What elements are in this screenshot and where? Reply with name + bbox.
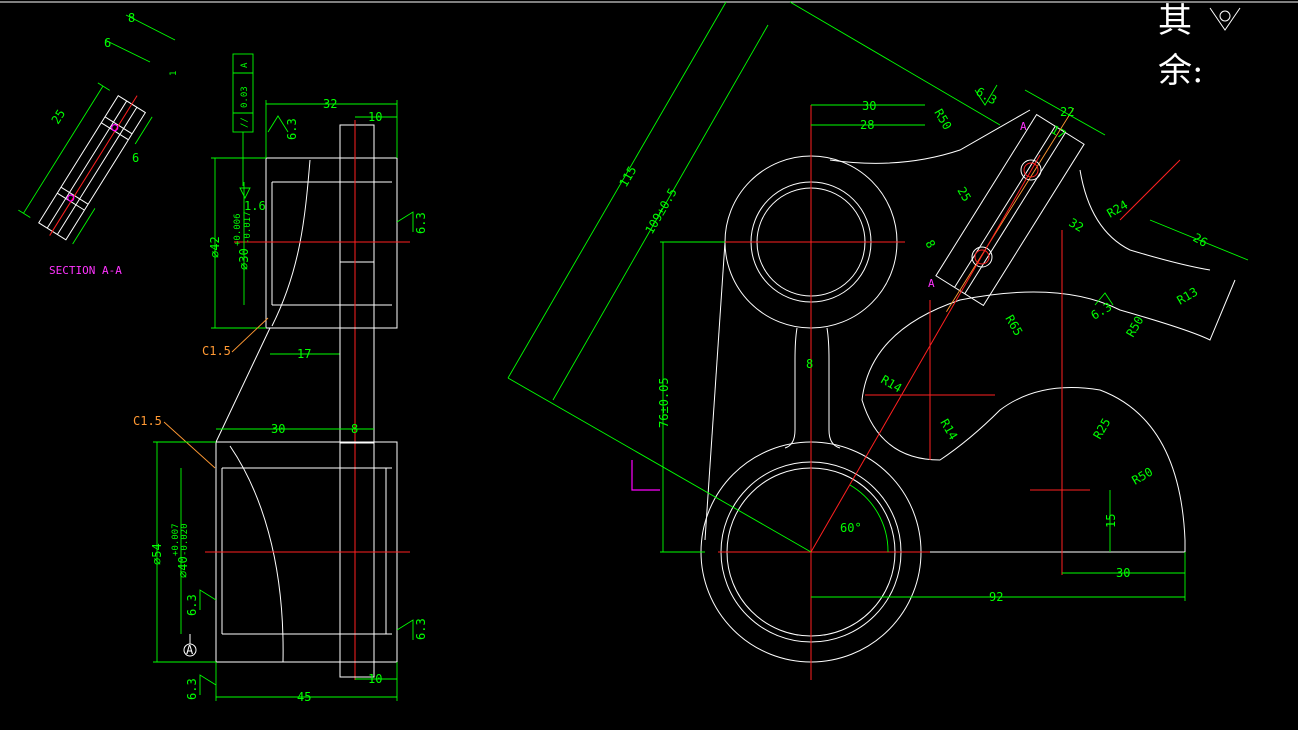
left-elevation-views: A 0.03 // 32 10 6.3 1.6 ⌀42 ⌀30 +0.006 -… xyxy=(133,53,428,704)
upper-chamfer: C1.5 xyxy=(202,344,231,358)
angle-arc xyxy=(849,484,889,553)
main-view: A A 115 109±0.5 30 28 R50 6.3 22 17 25 3… xyxy=(507,1,1249,680)
cad-drawing-canvas: 8 6 25 6 1 SECTION A-A A 0.03 // 32 10 6… xyxy=(0,1,1298,704)
upper-roughness-1-6: 1.6 xyxy=(244,199,266,213)
main-r14-b: R14 xyxy=(937,417,960,443)
lower-dim-45: 45 xyxy=(297,690,311,704)
upper-roughness-b: 6.3 xyxy=(414,212,428,234)
section-a-a-view: 8 6 25 6 1 SECTION A-A xyxy=(18,11,179,277)
main-dim-26: 26 xyxy=(1191,230,1211,249)
main-r50-top: R50 xyxy=(931,107,954,133)
main-dim-30: 30 xyxy=(862,99,876,113)
section-dim-6-top: 6 xyxy=(104,36,111,50)
main-dim-8-web: 8 xyxy=(806,357,813,371)
lower-dia-54: ⌀54 xyxy=(150,543,164,565)
lower-dim-30: 30 xyxy=(271,422,285,436)
section-title: SECTION A-A xyxy=(49,264,122,277)
main-r14-a: R14 xyxy=(879,372,905,395)
upper-tol-30-upper: +0.006 xyxy=(233,213,243,246)
note-line-1: 其 xyxy=(1158,1,1192,41)
outer-contour xyxy=(861,279,1236,553)
main-dim-25: 25 xyxy=(954,185,973,205)
upper-dim-17: 17 xyxy=(297,347,311,361)
upper-dia-30: ⌀30 xyxy=(237,248,251,270)
main-dim-28: 28 xyxy=(860,118,874,132)
datum-a-label: A xyxy=(186,643,194,657)
main-dim-30-bottom: 30 xyxy=(1116,566,1130,580)
main-dim-32: 32 xyxy=(1067,215,1087,234)
lower-flange xyxy=(339,441,375,678)
roughness-note: 其 余: xyxy=(1158,1,1241,91)
lower-chamfer: C1.5 xyxy=(133,414,162,428)
lower-roughness-b: 6.3 xyxy=(414,618,428,640)
upper-tol-30-lower: -0.017 xyxy=(243,211,253,244)
main-dim-92: 92 xyxy=(989,590,1003,604)
section-dim-6-bottom: 6 xyxy=(132,151,139,165)
main-dim-22: 22 xyxy=(1060,105,1074,119)
section-mark-bottom: A xyxy=(928,277,935,290)
main-dim-76: 76±0.05 xyxy=(657,377,671,428)
upper-dim-10: 10 xyxy=(368,110,382,124)
lower-tol-40-lower: -0.020 xyxy=(180,523,190,556)
main-angle-60: 60° xyxy=(840,521,862,535)
main-r50-bottom: R50 xyxy=(1130,465,1156,488)
main-r65: R65 xyxy=(1002,313,1025,339)
tolerance-frame: A 0.03 // xyxy=(232,53,254,186)
lower-roughness-c: 6.3 xyxy=(185,678,199,700)
main-r24: R24 xyxy=(1105,198,1131,221)
upper-block xyxy=(265,157,398,329)
main-r50-right: R50 xyxy=(1123,314,1146,340)
ucs-icon xyxy=(631,460,660,491)
web-left-edge xyxy=(784,327,798,449)
note-line-2: 余: xyxy=(1158,51,1203,91)
web-right-edge xyxy=(826,327,841,449)
section-dim-1: 1 xyxy=(169,71,179,76)
upper-flange xyxy=(339,124,375,329)
tolerance-datum: A xyxy=(240,62,250,68)
lower-dia-40: ⌀40 xyxy=(176,556,190,578)
upper-roughness-a: 6.3 xyxy=(285,118,299,140)
angled-centerline xyxy=(810,154,1041,553)
upper-dia-42: ⌀42 xyxy=(208,236,222,258)
lower-dim-8: 8 xyxy=(351,422,358,436)
section-dim-8: 8 xyxy=(128,11,135,25)
main-dim-109: 109±0.5 xyxy=(642,186,679,237)
main-dim-17: 17 xyxy=(1049,122,1069,141)
main-roughness-right: 6.3 xyxy=(1089,300,1115,323)
main-r25: R25 xyxy=(1090,416,1113,442)
section-mark-top: A xyxy=(1020,120,1027,133)
main-dim-8-slot: 8 xyxy=(922,238,938,251)
section-dim-25: 25 xyxy=(49,107,69,127)
main-dim-15: 15 xyxy=(1104,514,1118,528)
main-r13: R13 xyxy=(1175,285,1201,308)
tolerance-symbol: // xyxy=(240,117,250,128)
tolerance-value: 0.03 xyxy=(240,86,250,108)
upper-dim-32: 32 xyxy=(323,97,337,111)
lower-roughness-a: 6.3 xyxy=(185,594,199,616)
lower-dim-10: 10 xyxy=(368,672,382,686)
